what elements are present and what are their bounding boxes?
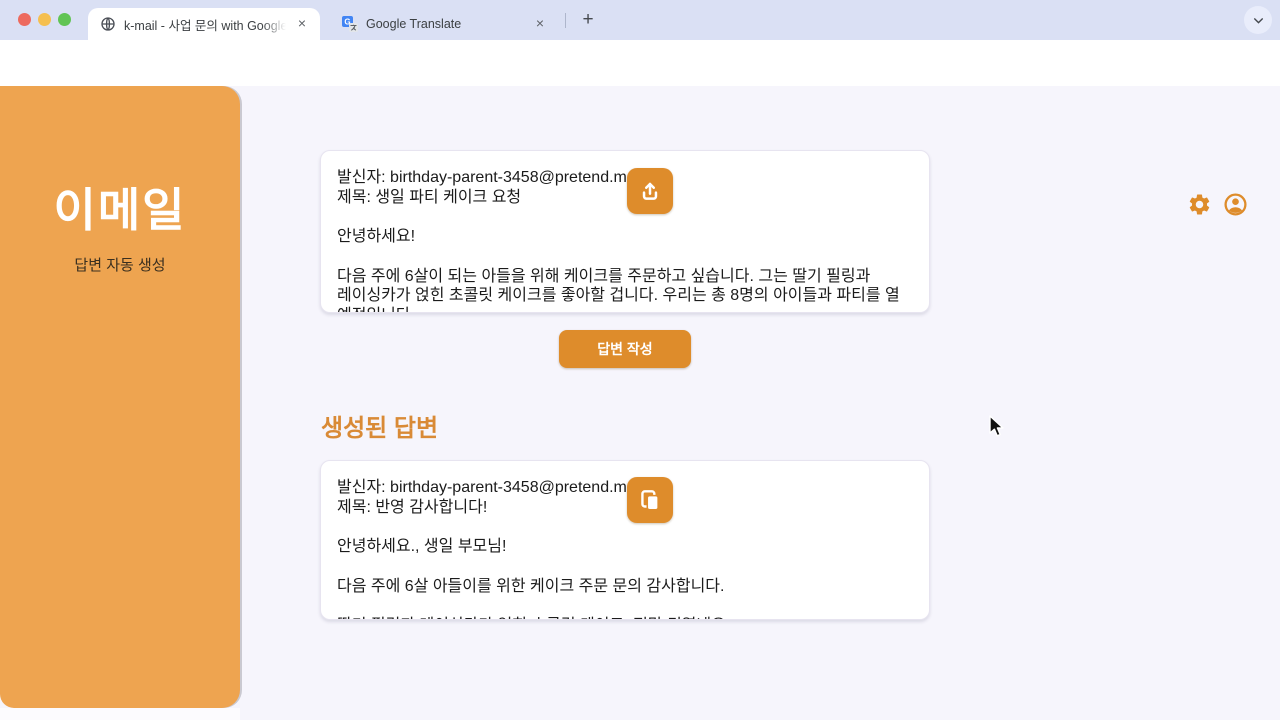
close-icon[interactable]: ×: [532, 16, 548, 32]
app-page: 이메일 답변 자동 생성 발신자: birthday-parent-3458@p…: [0, 86, 1280, 720]
sidebar-underlay: [0, 708, 240, 720]
close-icon[interactable]: ×: [294, 16, 310, 32]
tab-divider: [565, 13, 566, 28]
incoming-email-card: 발신자: birthday-parent-3458@pretend.mail 제…: [320, 150, 930, 313]
incoming-email-text: 발신자: birthday-parent-3458@pretend.mail 제…: [337, 168, 913, 313]
settings-button[interactable]: [1187, 192, 1212, 217]
sidebar: 이메일 답변 자동 생성: [0, 86, 240, 708]
tab-google-translate[interactable]: G Google Translate ×: [330, 8, 558, 40]
app-subtitle: 답변 자동 생성: [0, 254, 240, 275]
generated-email-text: 발신자: birthday-parent-3458@pretend.mail 제…: [337, 478, 913, 620]
generated-reply-heading: 생성된 답변: [321, 408, 438, 443]
generated-email-card: 발신자: birthday-parent-3458@pretend.mail 제…: [320, 460, 930, 620]
tab-search-button[interactable]: [1244, 6, 1272, 34]
browser-toolbar: 127.0.0.1:5000: [0, 40, 1280, 86]
copy-icon: [637, 487, 663, 513]
gear-icon: [1187, 192, 1212, 217]
copy-reply-button[interactable]: [627, 477, 673, 523]
tab-title: Google Translate: [366, 17, 524, 31]
upload-email-button[interactable]: [627, 168, 673, 214]
profile-button[interactable]: [1223, 192, 1248, 217]
upload-icon: [637, 178, 663, 204]
tab-kmail[interactable]: k-mail - 사업 문의 with Google ×: [88, 8, 320, 40]
app-title: 이메일: [0, 174, 240, 240]
translate-icon: G: [342, 16, 358, 32]
window-close-button[interactable]: [18, 13, 31, 26]
profile-icon: [1223, 192, 1248, 217]
globe-icon: [100, 16, 116, 32]
mouse-cursor: [986, 414, 1008, 438]
window-minimize-button[interactable]: [38, 13, 51, 26]
new-tab-button[interactable]: +: [574, 6, 602, 34]
tab-title: k-mail - 사업 문의 with Google: [124, 15, 286, 34]
window-zoom-button[interactable]: [58, 13, 71, 26]
chevron-down-icon: [1252, 14, 1265, 27]
compose-reply-button[interactable]: 답변 작성: [559, 330, 691, 368]
browser-tab-strip: k-mail - 사업 문의 with Google × G Google Tr…: [0, 0, 1280, 40]
